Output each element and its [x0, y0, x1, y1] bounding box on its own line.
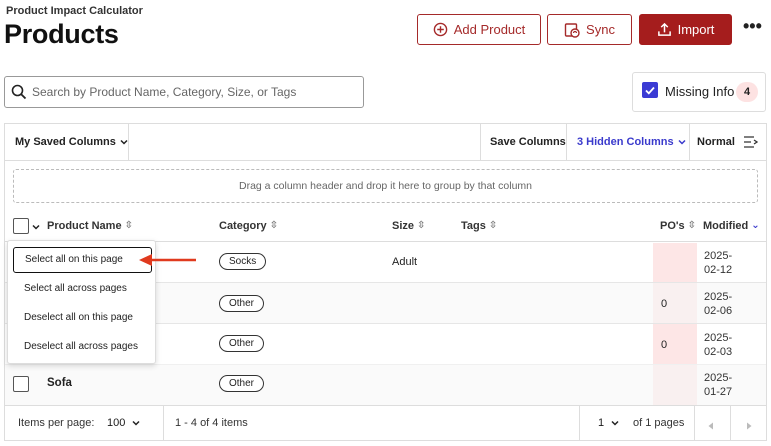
- missing-info-filter[interactable]: Missing Info 4: [632, 72, 766, 112]
- column-label: Size: [392, 220, 415, 232]
- category-tag: Other: [219, 295, 265, 312]
- table-row[interactable]: Sofa Other 2025-01-27: [5, 364, 766, 405]
- sync-label: Sync: [586, 22, 615, 37]
- pos-cell: 0: [661, 339, 668, 351]
- chevron-down-icon: [132, 420, 140, 426]
- grid-footer: Items per page: 100 1 - 4 of 4 items 1 o…: [5, 405, 766, 441]
- column-header-product-name[interactable]: Product Name ⇳: [47, 211, 133, 241]
- row-checkbox[interactable]: [13, 376, 29, 392]
- menu-item-deselect-all-pages[interactable]: Deselect all across pages: [8, 332, 157, 361]
- category-tag: Other: [219, 335, 265, 352]
- column-header-category[interactable]: Category ⇳: [219, 211, 278, 241]
- column-header-row: Product Name ⇳ Category ⇳ Size ⇳ Tags ⇳ PO's…: [5, 211, 766, 242]
- column-header-tags[interactable]: Tags ⇳: [461, 211, 497, 241]
- size-cell: Adult: [392, 256, 418, 268]
- sort-icon: ⇳: [687, 220, 697, 231]
- saved-columns-dropdown[interactable]: My Saved Columns: [15, 124, 129, 160]
- group-by-dropzone[interactable]: Drag a column header and drop it here to…: [13, 169, 758, 203]
- page-title: Products: [4, 19, 119, 49]
- check-icon: [645, 86, 655, 95]
- sort-icon: ⇳: [417, 220, 426, 231]
- grid-toolbar: My Saved Columns Save Columns 3 Hidden C…: [5, 124, 766, 161]
- column-label: Product Name: [47, 220, 122, 232]
- app-title: Product Impact Calculator: [6, 5, 143, 17]
- page-select[interactable]: 1: [598, 417, 620, 429]
- sort-icon: ⇳: [124, 220, 133, 231]
- previous-page-button[interactable]: [706, 418, 716, 436]
- sync-button[interactable]: Sync: [547, 14, 632, 45]
- upload-icon: [657, 22, 671, 36]
- missing-info-label: Missing Info: [665, 84, 735, 99]
- page-value: 1: [598, 417, 605, 429]
- add-product-button[interactable]: Add Product: [417, 14, 541, 45]
- column-header-modified[interactable]: Modified ⌄: [703, 211, 760, 241]
- save-columns-button[interactable]: Save Columns: [490, 124, 566, 160]
- column-label: Tags: [461, 220, 486, 232]
- hidden-columns-dropdown[interactable]: 3 Hidden Columns: [577, 124, 687, 160]
- sync-icon: [564, 22, 580, 38]
- caret-left-icon: [708, 422, 713, 430]
- chevron-down-icon: [678, 139, 686, 145]
- select-options-menu: Select all on this page Select all acros…: [7, 240, 156, 364]
- modified-cell: 2025-02-06: [704, 291, 733, 317]
- column-header-size[interactable]: Size ⇳: [392, 211, 425, 241]
- pos-cell: 0: [661, 298, 668, 310]
- items-per-page-select[interactable]: 100: [107, 417, 141, 429]
- hidden-columns-label: 3 Hidden Columns: [577, 136, 674, 148]
- modified-cell: 2025-02-12: [704, 250, 733, 276]
- column-label: Category: [219, 220, 267, 232]
- next-page-button[interactable]: [744, 418, 754, 436]
- import-label: Import: [677, 22, 715, 37]
- category-tag: Other: [219, 375, 265, 392]
- column-label: PO's: [660, 220, 685, 232]
- saved-columns-label: My Saved Columns: [15, 136, 116, 148]
- category-tag: Socks: [219, 253, 267, 270]
- item-range-text: 1 - 4 of 4 items: [175, 417, 248, 429]
- search-box: [4, 76, 364, 108]
- menu-item-select-all-pages[interactable]: Select all across pages: [8, 274, 157, 303]
- sort-icon: ⇳: [488, 220, 498, 231]
- red-arrow-annotation: [139, 254, 196, 266]
- column-label: Modified: [703, 220, 749, 232]
- menu-item-deselect-all-page[interactable]: Deselect all on this page: [8, 303, 157, 332]
- missing-info-checkbox[interactable]: [642, 82, 658, 98]
- sort-descending-icon: ⌄: [751, 220, 760, 231]
- modified-cell: 2025-02-03: [704, 332, 733, 358]
- plus-circle-icon: [433, 22, 448, 37]
- sort-icon: ⇳: [269, 220, 279, 231]
- items-per-page-label: Items per page:: [18, 417, 95, 429]
- import-button[interactable]: Import: [639, 14, 732, 45]
- total-pages-text: of 1 pages: [633, 417, 685, 429]
- product-name-cell[interactable]: Sofa: [47, 377, 72, 389]
- search-icon: [11, 84, 27, 100]
- menu-item-select-all-page[interactable]: Select all on this page: [13, 247, 152, 273]
- density-icon-button[interactable]: [744, 124, 758, 160]
- select-all-checkbox[interactable]: [13, 218, 29, 234]
- add-product-label: Add Product: [453, 22, 526, 37]
- modified-cell: 2025-01-27: [704, 372, 733, 398]
- density-label: Normal: [697, 136, 735, 148]
- caret-right-icon: [747, 422, 752, 430]
- density-selector[interactable]: Normal: [697, 124, 735, 160]
- more-options-button[interactable]: •••: [743, 17, 762, 38]
- chevron-down-icon: [611, 420, 619, 426]
- density-lines-icon: [744, 136, 758, 148]
- missing-info-count-badge: 4: [736, 82, 758, 102]
- chevron-down-icon[interactable]: [31, 222, 41, 232]
- items-per-page-value: 100: [107, 417, 126, 429]
- search-input[interactable]: [32, 77, 357, 107]
- column-header-pos[interactable]: PO's ⇳: [660, 211, 696, 241]
